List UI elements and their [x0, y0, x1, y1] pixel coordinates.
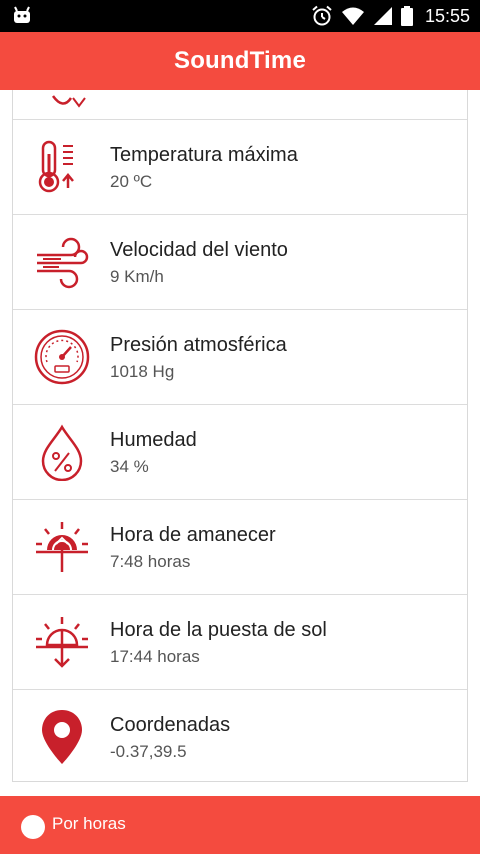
location-pin-icon	[42, 710, 82, 764]
item-label: Hora de la puesta de sol	[110, 619, 327, 641]
clock-icon	[21, 815, 45, 839]
item-label: Temperatura máxima	[110, 144, 298, 166]
barometer-icon	[34, 329, 90, 385]
weather-detail-list[interactable]: Temperatura máxima 20 ºC Velocidad del v…	[12, 90, 468, 782]
alarm-icon	[312, 5, 332, 26]
item-label: Hora de amanecer	[110, 524, 276, 546]
item-value: -0.37,39.5	[110, 742, 187, 761]
list-item-partial	[13, 90, 467, 120]
partial-icon	[51, 95, 86, 108]
by-hours-button[interactable]: Por horas	[52, 814, 126, 834]
battery-icon	[400, 6, 413, 26]
list-item-sunset[interactable]: Hora de la puesta de sol 17:44 horas	[13, 595, 467, 690]
item-label: Coordenadas	[110, 714, 231, 736]
android-notification-icon	[14, 6, 30, 23]
item-value: 1018 Hg	[110, 362, 175, 381]
item-label: Humedad	[110, 429, 197, 451]
status-bar: 15:55	[0, 0, 480, 32]
item-value: 20 ºC	[110, 172, 153, 191]
list-item-wind-speed[interactable]: Velocidad del viento 9 Km/h	[13, 215, 467, 310]
item-value: 34 %	[110, 457, 149, 476]
thermometer-icon	[38, 140, 74, 193]
item-label: Presión atmosférica	[110, 334, 287, 356]
app-title: SoundTime	[173, 47, 307, 74]
bottom-bar[interactable]: Por horas	[0, 796, 480, 854]
list-item-temperature-max[interactable]: Temperatura máxima 20 ºC	[13, 120, 467, 215]
item-value: 7:48 horas	[110, 552, 191, 571]
wind-icon	[37, 237, 89, 289]
sunrise-icon	[36, 522, 88, 572]
list-item-humidity[interactable]: Humedad 34 %	[13, 405, 467, 500]
item-label: Velocidad del viento	[110, 239, 288, 261]
app-bar: SoundTime	[0, 32, 480, 90]
item-value: 9 Km/h	[110, 267, 164, 286]
item-value: 17:44 horas	[110, 647, 200, 666]
wifi-icon	[341, 7, 364, 25]
sunset-icon	[36, 617, 88, 668]
status-time: 15:55	[424, 5, 470, 26]
signal-icon	[373, 7, 392, 25]
list-item-sunrise[interactable]: Hora de amanecer 7:48 horas	[13, 500, 467, 595]
list-item-coordinates[interactable]: Coordenadas -0.37,39.5	[13, 690, 467, 781]
list-item-pressure[interactable]: Presión atmosférica 1018 Hg	[13, 310, 467, 405]
humidity-icon	[41, 424, 83, 481]
